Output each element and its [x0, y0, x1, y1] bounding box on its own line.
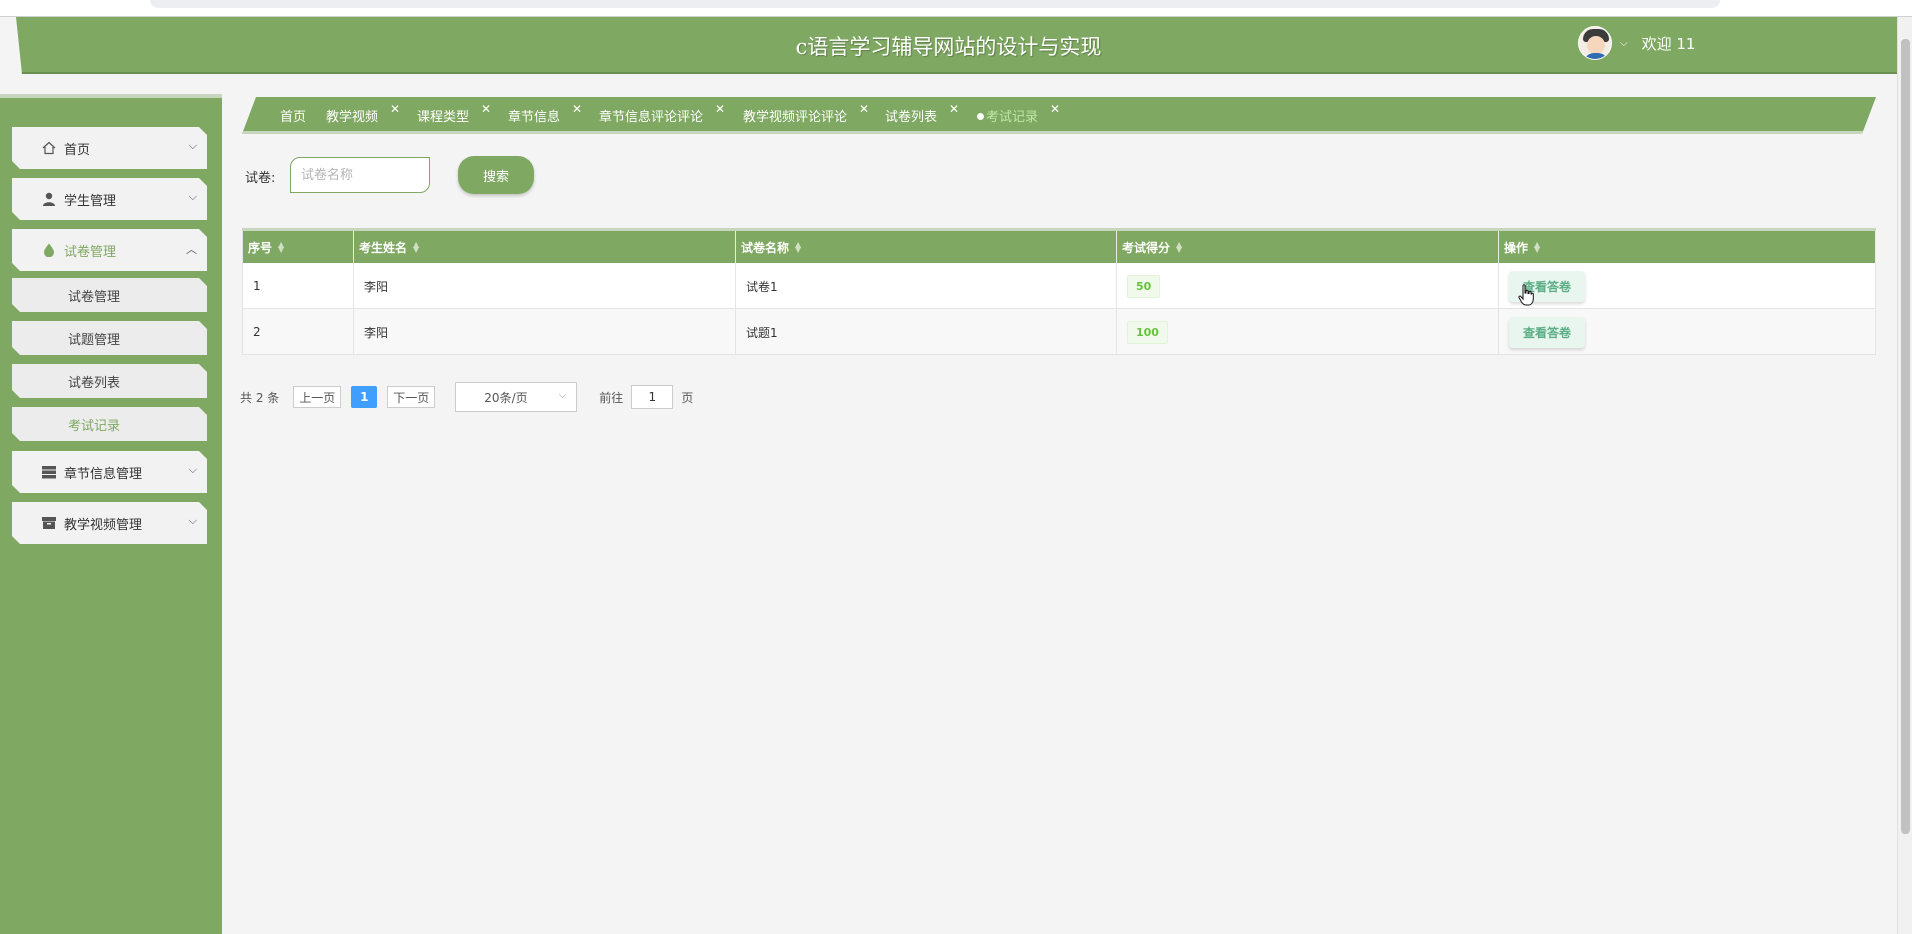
welcome-text: 欢迎 11	[1641, 34, 1696, 53]
cell-paper-name: 试题1	[736, 309, 1117, 355]
sidebar-item-label: 章节信息管理	[64, 466, 143, 482]
close-icon[interactable]: ✕	[572, 102, 582, 116]
sidebar-item-label: 首页	[64, 142, 91, 158]
table-row: 1 李阳 试卷1 50 查看答卷	[242, 263, 1876, 309]
cell-score: 100	[1117, 309, 1499, 355]
goto-page-input[interactable]	[631, 385, 674, 409]
prev-page-button[interactable]: 上一页	[293, 386, 342, 408]
user-menu[interactable]: ⌵ 欢迎 11	[1578, 26, 1695, 60]
tab-chapters[interactable]: 章节信息 ✕	[508, 106, 560, 125]
cell-score: 50	[1117, 263, 1499, 309]
search-label: 试卷:	[245, 171, 276, 186]
goto-label: 前往	[599, 390, 624, 405]
browser-toolbar	[0, 0, 1912, 17]
chevron-down-icon: ⌵	[188, 139, 197, 152]
list-icon	[42, 465, 56, 479]
column-header-paper-name[interactable]: 试卷名称 ▲ ▼	[736, 231, 1117, 263]
page-size-select[interactable]: 20条/页 ⌵	[455, 382, 578, 412]
chevron-up-icon: ︿	[186, 243, 197, 256]
score-tag: 100	[1127, 320, 1168, 344]
sidebar-subitem-exam-records[interactable]: 考试记录	[12, 407, 207, 441]
pagination: 共 2 条 上一页 1 下一页 20条/页 ⌵ 前往 页	[240, 382, 693, 412]
sidebar-item-exam-papers[interactable]: 试卷管理 ︿	[12, 229, 207, 271]
view-answers-button[interactable]: 查看答卷	[1509, 316, 1586, 348]
sidebar-subitem-question-management[interactable]: 试题管理	[12, 321, 207, 355]
page-size-value: 20条/页	[484, 390, 528, 405]
tab-course-types[interactable]: 课程类型 ✕	[417, 106, 469, 125]
close-icon[interactable]: ✕	[481, 102, 491, 116]
sidebar-item-home[interactable]: 首页 ⌵	[12, 127, 207, 169]
tab-teaching-videos[interactable]: 教学视频 ✕	[326, 106, 378, 125]
sort-icon[interactable]: ▲ ▼	[413, 241, 419, 254]
score-tag: 50	[1127, 274, 1161, 298]
close-icon[interactable]: ✕	[1050, 102, 1060, 116]
chevron-down-icon: ⌵	[188, 514, 197, 527]
tab-video-comments[interactable]: 教学视频评论评论 ✕	[743, 106, 847, 125]
tab-bar: 首页 教学视频 ✕ 课程类型 ✕ 章节信息 ✕ 章节信息评论评论 ✕ 教学视频评论评论 ✕…	[242, 97, 1876, 134]
page-suffix: 页	[681, 390, 694, 405]
cell-actions: 查看答卷	[1499, 309, 1876, 355]
chevron-down-icon: ⌵	[558, 390, 567, 401]
column-header-actions[interactable]: 操作 ▲ ▼	[1499, 231, 1876, 263]
user-icon	[42, 192, 56, 206]
address-bar[interactable]	[150, 0, 1720, 8]
chevron-down-icon: ⌵	[188, 190, 197, 203]
tab-paper-list[interactable]: 试卷列表 ✕	[885, 106, 937, 125]
close-icon[interactable]: ✕	[859, 102, 869, 116]
sidebar-item-label: 教学视频管理	[64, 517, 143, 533]
sort-icon[interactable]: ▲ ▼	[1176, 241, 1182, 254]
column-header-score[interactable]: 考试得分 ▲ ▼	[1117, 231, 1499, 263]
tab-home[interactable]: 首页	[280, 106, 306, 125]
page-number-current[interactable]: 1	[351, 386, 378, 408]
active-dot-icon	[977, 113, 984, 120]
chevron-down-icon[interactable]: ⌵	[1620, 38, 1628, 49]
sidebar-item-label: 学生管理	[64, 193, 117, 209]
drop-icon	[42, 243, 56, 257]
search-button[interactable]: 搜索	[458, 156, 534, 194]
tab-chapter-comments[interactable]: 章节信息评论评论 ✕	[599, 106, 703, 125]
cell-index: 2	[242, 309, 354, 355]
home-icon	[42, 141, 56, 155]
tab-exam-records[interactable]: 考试记录 ✕	[977, 106, 1038, 125]
close-icon[interactable]: ✕	[390, 102, 400, 116]
close-icon[interactable]: ✕	[949, 102, 959, 116]
sidebar-item-students[interactable]: 学生管理 ⌵	[12, 178, 207, 220]
sort-icon[interactable]: ▲ ▼	[278, 241, 284, 254]
sidebar-item-videos[interactable]: 教学视频管理 ⌵	[12, 502, 207, 544]
cell-student-name: 李阳	[354, 263, 736, 309]
page-scrollbar[interactable]	[1897, 17, 1912, 934]
sort-icon[interactable]: ▲ ▼	[1534, 241, 1540, 254]
archive-icon	[42, 516, 56, 530]
cell-actions: 查看答卷	[1499, 263, 1876, 309]
sidebar: 首页 ⌵ 学生管理 ⌵ 试卷管理 ︿ 试卷管理 试题管理 试卷列表 考试记录 章…	[0, 94, 222, 934]
total-count: 共 2 条	[240, 390, 280, 405]
chevron-down-icon: ⌵	[188, 463, 197, 476]
table-header: 序号 ▲ ▼ 考生姓名 ▲ ▼ 试卷名称 ▲ ▼ 考试得分 ▲ ▼ 操作 ▲ ▼	[242, 231, 1876, 263]
avatar[interactable]	[1578, 26, 1612, 60]
sidebar-item-label: 试卷管理	[64, 244, 117, 260]
close-icon[interactable]: ✕	[715, 102, 725, 116]
table-row: 2 李阳 试题1 100 查看答卷	[242, 309, 1876, 355]
cell-student-name: 李阳	[354, 309, 736, 355]
exam-records-table: 序号 ▲ ▼ 考生姓名 ▲ ▼ 试卷名称 ▲ ▼ 考试得分 ▲ ▼ 操作 ▲ ▼ 1 李阳 试卷1 …	[242, 228, 1876, 355]
sort-icon[interactable]: ▲ ▼	[795, 241, 801, 254]
sidebar-subitem-paper-management[interactable]: 试卷管理	[12, 278, 207, 312]
column-header-index[interactable]: 序号 ▲ ▼	[242, 231, 354, 263]
cell-index: 1	[242, 263, 354, 309]
paper-name-input[interactable]	[290, 157, 430, 193]
hand-cursor-icon	[1518, 284, 1534, 306]
sidebar-item-chapters[interactable]: 章节信息管理 ⌵	[12, 451, 207, 493]
app-header: c语言学习辅导网站的设计与实现 ⌵ 欢迎 11	[0, 17, 1897, 74]
column-header-student-name[interactable]: 考生姓名 ▲ ▼	[354, 231, 736, 263]
sidebar-subitem-paper-list[interactable]: 试卷列表	[12, 364, 207, 398]
cell-paper-name: 试卷1	[736, 263, 1117, 309]
scrollbar-thumb[interactable]	[1901, 39, 1910, 834]
next-page-button[interactable]: 下一页	[387, 386, 436, 408]
